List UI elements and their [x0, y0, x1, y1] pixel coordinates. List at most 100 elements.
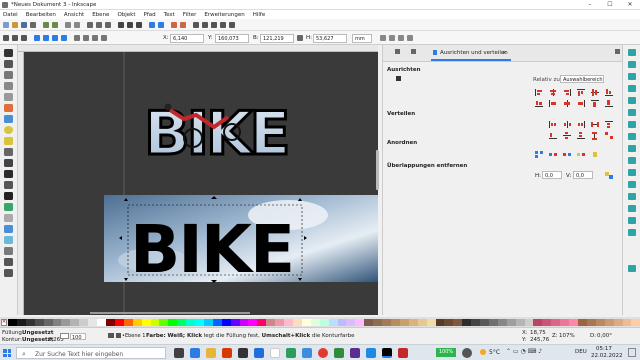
eraser-tool-icon[interactable] — [4, 214, 13, 222]
snap-page-border-icon[interactable] — [628, 205, 636, 212]
save-icon[interactable] — [21, 22, 27, 28]
distribute-top-button[interactable] — [605, 121, 613, 128]
palette-swatch[interactable] — [551, 319, 561, 326]
copy-icon[interactable] — [87, 22, 93, 28]
palette-swatches[interactable] — [8, 319, 640, 326]
clone-icon[interactable] — [158, 22, 164, 28]
xml-editor-icon[interactable] — [211, 22, 217, 28]
office-icon[interactable] — [222, 348, 232, 358]
align-top-edges-button[interactable] — [577, 89, 585, 96]
remove-overlaps-button[interactable] — [605, 172, 613, 179]
align-center-vertical-axis-button[interactable] — [549, 89, 557, 96]
palette-swatch[interactable] — [346, 319, 356, 326]
flip-vertical-icon[interactable] — [61, 35, 67, 41]
align-anchor-center-button[interactable] — [563, 100, 571, 107]
app-icon-4[interactable] — [398, 348, 408, 358]
align-anchor-top-button[interactable] — [591, 100, 599, 107]
palette-swatch[interactable] — [355, 319, 365, 326]
palette-swatch[interactable] — [248, 319, 258, 326]
palette-swatch[interactable] — [399, 319, 409, 326]
palette-swatch[interactable] — [168, 319, 178, 326]
browser-icon[interactable] — [302, 348, 312, 358]
text-font-icon[interactable] — [202, 22, 208, 28]
layer-visibility-icon[interactable] — [108, 333, 114, 338]
distribute-center-button[interactable] — [563, 121, 571, 128]
palette-swatch[interactable] — [373, 319, 383, 326]
palette-swatch[interactable] — [52, 319, 62, 326]
fill-stroke-icon[interactable] — [193, 22, 199, 28]
palette-swatch[interactable] — [25, 319, 35, 326]
palette-swatch[interactable] — [328, 319, 338, 326]
zoom-page-icon[interactable] — [136, 22, 142, 28]
palette-swatch[interactable] — [123, 319, 133, 326]
palette-swatch[interactable] — [595, 319, 605, 326]
palette-swatch[interactable] — [364, 319, 374, 326]
rectangle-tool-icon[interactable] — [4, 104, 13, 112]
lower-icon[interactable] — [92, 35, 98, 41]
preferences-icon[interactable] — [229, 22, 235, 28]
palette-swatch[interactable] — [301, 319, 311, 326]
notifications-icon[interactable] — [628, 348, 636, 357]
menu-extensions[interactable]: Erweiterungen — [204, 12, 244, 18]
palette-swatch[interactable] — [426, 319, 436, 326]
width-field[interactable]: 121,219 — [260, 33, 294, 43]
palette-swatch[interactable] — [186, 319, 196, 326]
menu-object[interactable]: Objekt — [117, 12, 135, 18]
snap-guides-icon[interactable] — [628, 229, 636, 236]
palette-swatch[interactable] — [257, 319, 267, 326]
group-icon[interactable] — [171, 22, 177, 28]
zoom-field[interactable]: 107% — [559, 333, 575, 339]
star-tool-icon[interactable] — [4, 137, 13, 145]
palette-swatch[interactable] — [631, 319, 640, 326]
palette-swatch[interactable] — [560, 319, 570, 326]
palette-swatch[interactable] — [230, 319, 240, 326]
arrange-unclump-button[interactable] — [591, 151, 599, 158]
maximize-button[interactable]: ☐ — [600, 0, 620, 10]
palette-swatch[interactable] — [239, 319, 249, 326]
distribute-gaps-button[interactable] — [591, 121, 599, 128]
palette-swatch[interactable] — [132, 319, 142, 326]
ellipse-tool-icon[interactable] — [4, 126, 13, 134]
palette-swatch[interactable] — [43, 319, 53, 326]
distribute-random-button[interactable] — [605, 132, 613, 139]
snap-bbox-edges-icon[interactable] — [628, 73, 636, 80]
open-icon[interactable] — [12, 22, 18, 28]
arrange-grid-button[interactable] — [535, 151, 543, 158]
fill-value[interactable]: Ungesetzt — [22, 330, 54, 336]
overlap-v-field[interactable]: 0,0 — [573, 171, 593, 179]
snap-bbox-corners-icon[interactable] — [628, 85, 636, 92]
menu-view[interactable]: Ansicht — [64, 12, 84, 18]
palette-swatch[interactable] — [488, 319, 498, 326]
menu-help[interactable]: Hilfe — [253, 12, 266, 18]
zoom-selection-icon[interactable] — [118, 22, 124, 28]
snap-grid-icon[interactable] — [628, 217, 636, 224]
palette-swatch[interactable] — [141, 319, 151, 326]
move-gradients-icon[interactable] — [398, 35, 404, 41]
palette-swatch[interactable] — [613, 319, 623, 326]
palette-swatch[interactable] — [569, 319, 578, 326]
raise-to-top-icon[interactable] — [74, 35, 80, 41]
palette-swatch[interactable] — [524, 319, 534, 326]
paste-icon[interactable] — [105, 22, 111, 28]
zoom-drawing-icon[interactable] — [127, 22, 133, 28]
snap-bbox-icon[interactable] — [628, 61, 636, 68]
palette-swatch[interactable] — [275, 319, 285, 326]
arrange-clockwise-button[interactable] — [577, 151, 585, 158]
snap-others-icon[interactable] — [628, 265, 636, 272]
system-icon[interactable] — [462, 348, 472, 358]
tab-align-distribute[interactable]: Ausrichten und verteilen × — [431, 47, 511, 61]
app-icon-3[interactable] — [366, 348, 376, 358]
spotify-icon[interactable] — [286, 348, 296, 358]
palette-swatch[interactable] — [150, 319, 160, 326]
ungroup-icon[interactable] — [180, 22, 186, 28]
relative-to-select[interactable]: Auswahlbereich — [560, 75, 604, 83]
inkscape-task-icon[interactable] — [382, 348, 392, 358]
palette-swatch[interactable] — [212, 319, 222, 326]
3d-box-tool-icon[interactable] — [4, 115, 13, 123]
snap-toggle-icon[interactable] — [628, 49, 636, 56]
clock-date[interactable]: 22.02.2022 — [591, 353, 623, 359]
snap-midpoints-icon[interactable] — [628, 157, 636, 164]
snap-nodes-icon[interactable] — [628, 97, 636, 104]
align-bottom-edges-button[interactable] — [605, 89, 613, 96]
distribute-left-button[interactable] — [549, 121, 557, 128]
